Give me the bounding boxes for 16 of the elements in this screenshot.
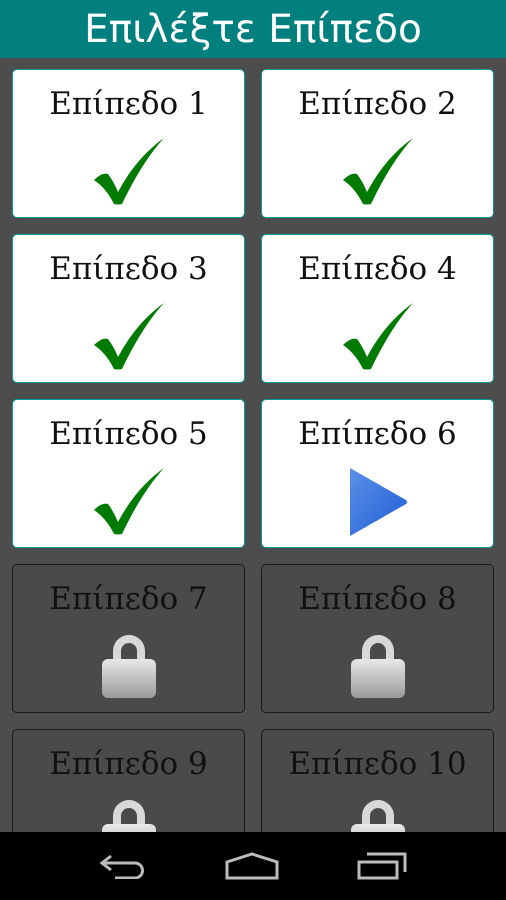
level-card[interactable]: Επίπεδο 2 bbox=[261, 69, 494, 218]
checkmark-icon bbox=[340, 136, 414, 206]
screen-title: Επιλέξτε Επίπεδο bbox=[84, 6, 422, 52]
recent-apps-icon[interactable] bbox=[357, 852, 407, 880]
home-icon[interactable] bbox=[225, 852, 279, 880]
level-card[interactable]: Επίπεδο 6 bbox=[261, 399, 494, 548]
checkmark-icon bbox=[340, 301, 414, 371]
play-icon bbox=[348, 466, 408, 536]
checkmark-icon bbox=[92, 136, 166, 206]
back-icon[interactable] bbox=[99, 853, 147, 879]
level-card[interactable]: Επίπεδο 1 bbox=[12, 69, 245, 218]
level-card[interactable]: Επίπεδο 3 bbox=[12, 234, 245, 383]
checkmark-icon bbox=[92, 301, 166, 371]
level-card[interactable]: Επίπεδο 5 bbox=[12, 399, 245, 548]
checkmark-icon bbox=[92, 466, 166, 536]
level-card[interactable]: Επίπεδο 4 bbox=[261, 234, 494, 383]
